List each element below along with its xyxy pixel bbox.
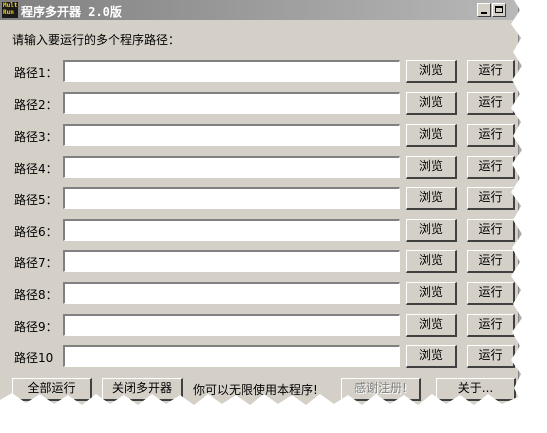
path-input-10[interactable] — [63, 345, 400, 367]
run-button-6[interactable]: 运行 — [467, 219, 515, 242]
browse-button-1[interactable]: 浏览 — [406, 60, 457, 83]
run-button-2[interactable]: 运行 — [467, 92, 515, 115]
run-button-10[interactable]: 运行 — [467, 345, 515, 368]
path-label-7: 路径7： — [14, 256, 58, 270]
path-input-6[interactable] — [63, 219, 400, 241]
unlimited-use-text: 你可以无限使用本程序! — [193, 383, 318, 397]
path-input-5[interactable] — [63, 187, 400, 209]
run-button-3[interactable]: 运行 — [467, 124, 515, 147]
path-label-6: 路径6： — [14, 225, 58, 239]
path-input-7[interactable] — [63, 250, 400, 272]
path-input-9[interactable] — [63, 314, 400, 336]
run-button-9[interactable]: 运行 — [467, 314, 515, 337]
path-input-3[interactable] — [63, 124, 400, 146]
run-button-1[interactable]: 运行 — [467, 60, 515, 83]
browse-button-9[interactable]: 浏览 — [406, 314, 457, 337]
main-window: Multi Run 程序多开器 2.0版 请输入要运行的多个程序路径： 路径1：… — [0, 0, 519, 406]
path-label-5: 路径5： — [14, 193, 58, 207]
run-button-7[interactable]: 运行 — [467, 250, 515, 273]
run-button-8[interactable]: 运行 — [467, 282, 515, 305]
path-input-1[interactable] — [63, 60, 400, 82]
path-label-10: 路径10 — [14, 351, 54, 365]
browse-button-10[interactable]: 浏览 — [406, 345, 457, 368]
title-bar[interactable]: Multi Run 程序多开器 2.0版 — [0, 0, 518, 20]
browse-button-6[interactable]: 浏览 — [406, 219, 457, 242]
browse-button-5[interactable]: 浏览 — [406, 187, 457, 210]
path-label-2: 路径2： — [14, 98, 58, 112]
run-button-4[interactable]: 运行 — [467, 156, 515, 179]
browse-button-8[interactable]: 浏览 — [406, 282, 457, 305]
run-all-button[interactable]: 全部运行 — [12, 378, 92, 401]
multirun-app-icon: Multi Run — [2, 2, 18, 18]
minimize-button[interactable] — [477, 3, 491, 17]
browse-button-2[interactable]: 浏览 — [406, 92, 457, 115]
about-button[interactable]: 关于... — [436, 378, 516, 401]
path-input-4[interactable] — [63, 156, 400, 178]
register-button: 感谢注册! — [341, 378, 421, 401]
run-button-5[interactable]: 运行 — [467, 187, 515, 210]
path-label-4: 路径4： — [14, 162, 58, 176]
path-label-1: 路径1： — [14, 66, 58, 80]
path-input-8[interactable] — [63, 282, 400, 304]
path-input-2[interactable] — [63, 92, 400, 114]
app-icon-text-line2: Run — [3, 9, 14, 16]
path-label-9: 路径9： — [14, 320, 58, 334]
app-icon-text-line1: Multi — [3, 2, 18, 9]
path-label-8: 路径8： — [14, 288, 58, 302]
instruction-label: 请输入要运行的多个程序路径： — [12, 33, 181, 47]
browse-button-7[interactable]: 浏览 — [406, 250, 457, 273]
close-multirun-button[interactable]: 关闭多开器 — [102, 378, 183, 401]
browse-button-4[interactable]: 浏览 — [406, 156, 457, 179]
window-title: 程序多开器 2.0版 — [21, 5, 122, 19]
path-label-3: 路径3： — [14, 130, 58, 144]
browse-button-3[interactable]: 浏览 — [406, 124, 457, 147]
maximize-button[interactable] — [492, 3, 506, 17]
